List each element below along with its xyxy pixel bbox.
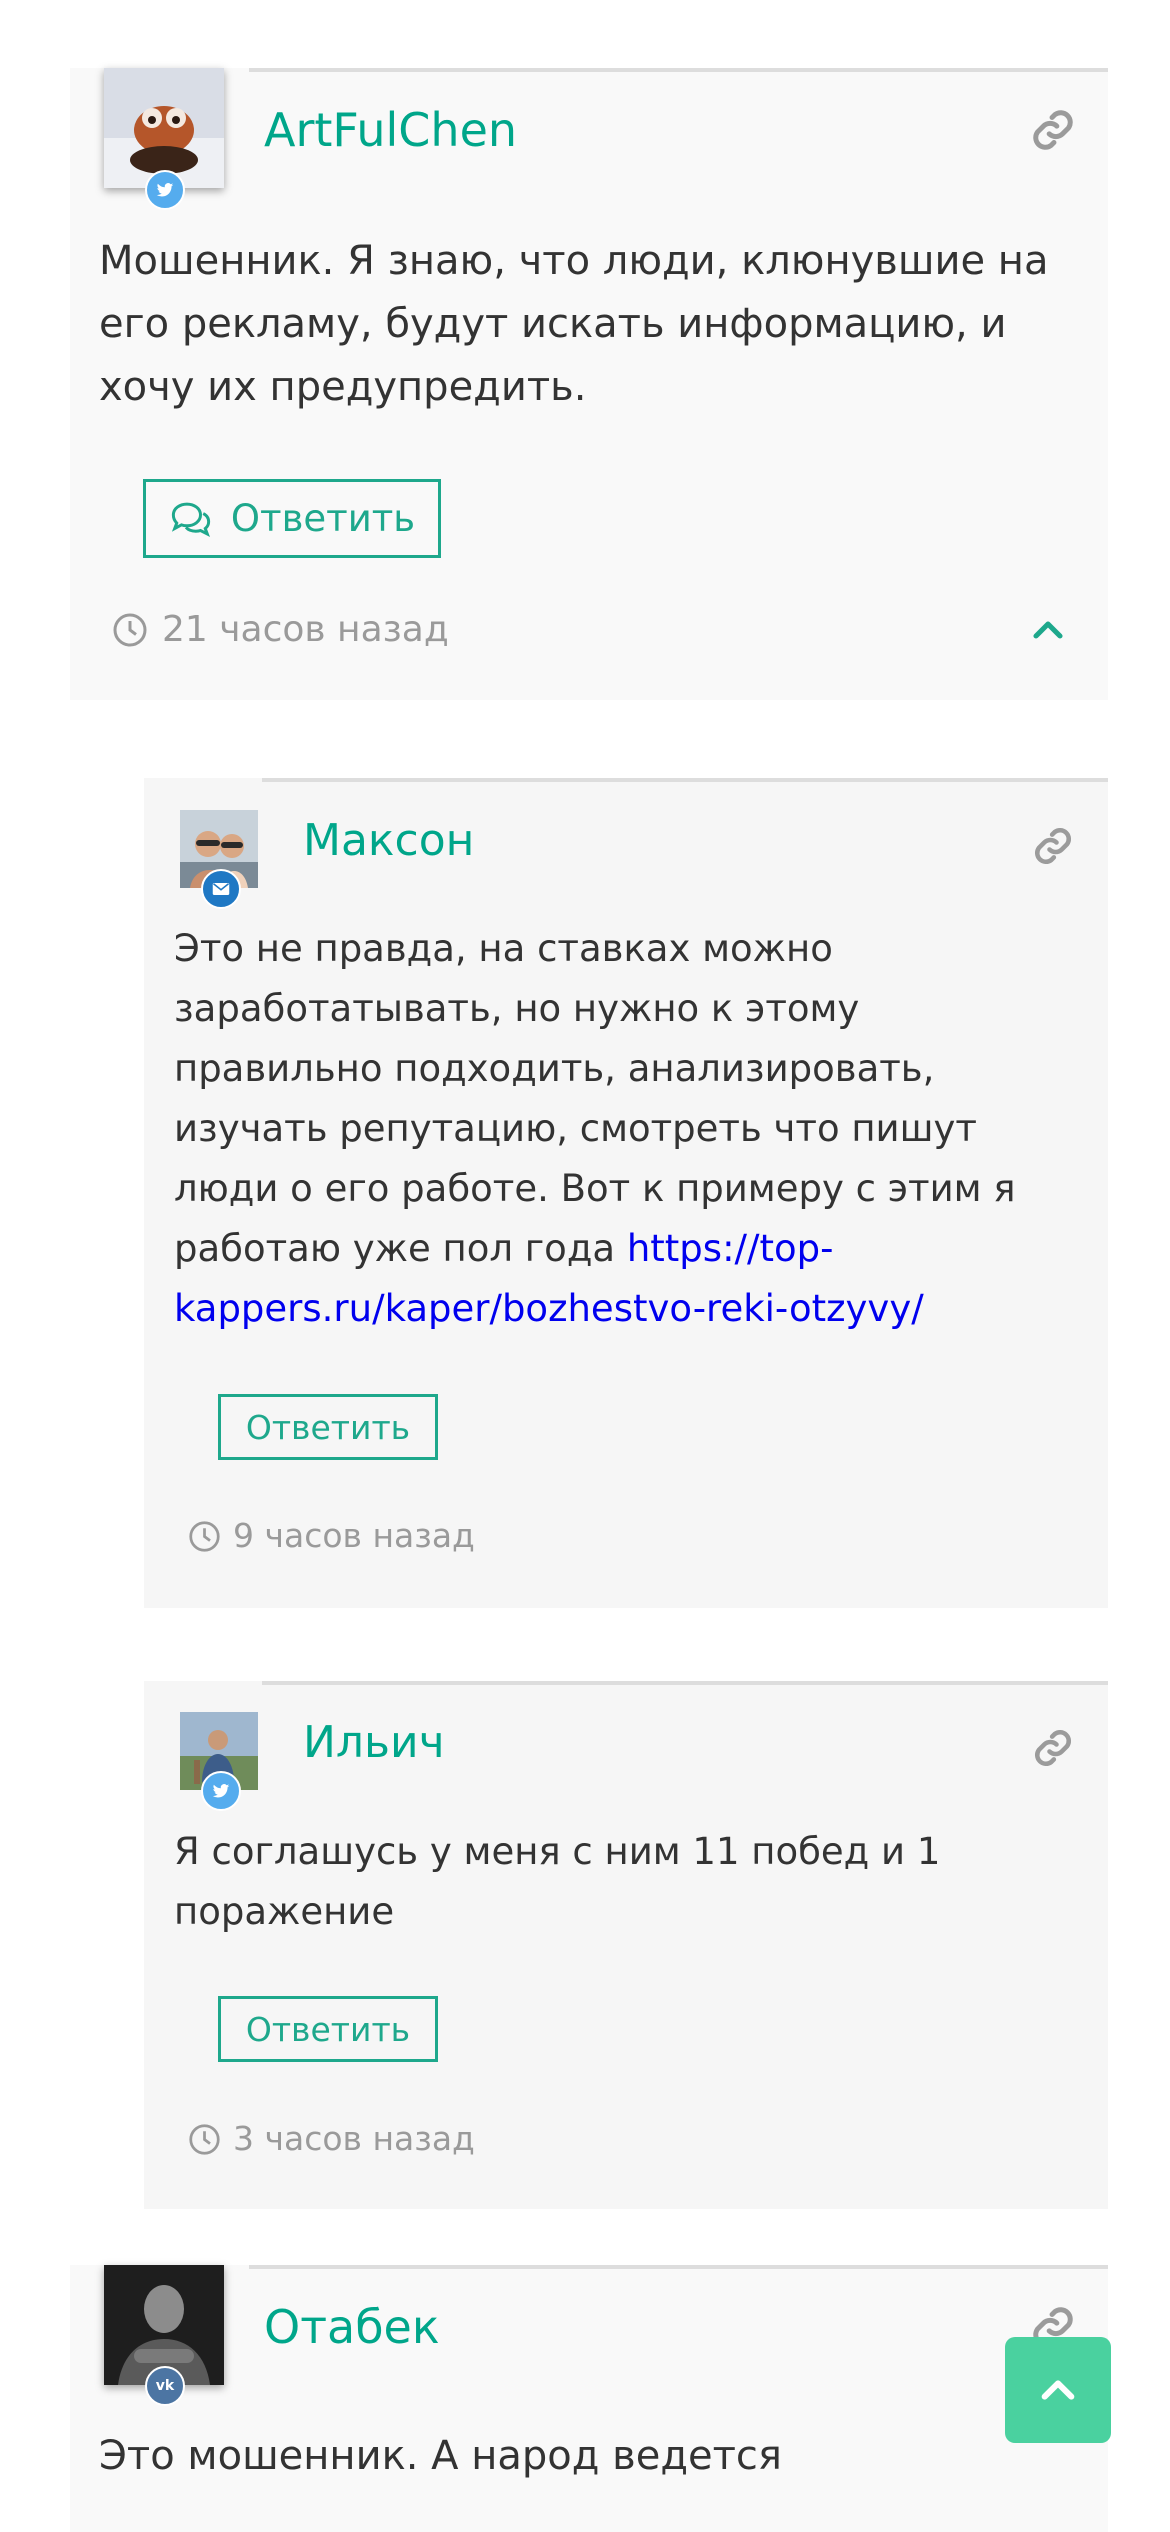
reply-button[interactable]: Ответить bbox=[218, 1996, 438, 2062]
reply-label: Ответить bbox=[230, 497, 416, 540]
comment-body: Это не правда, на ставках можно заработа… bbox=[174, 927, 1016, 1270]
chevron-up-icon bbox=[1041, 2380, 1075, 2400]
comment-author[interactable]: Ильич bbox=[303, 1714, 445, 1772]
comment-divider bbox=[262, 1681, 1108, 1685]
comment-time: 3 часов назад bbox=[188, 2121, 475, 2157]
comment-divider bbox=[249, 2265, 1108, 2269]
reply-label: Ответить bbox=[245, 1407, 411, 1447]
time-label: 9 часов назад bbox=[233, 1516, 475, 1555]
comment-divider bbox=[249, 68, 1108, 72]
time-label: 21 часов назад bbox=[162, 609, 449, 650]
comment-text: Это не правда, на ставках можно заработа… bbox=[174, 919, 1074, 1339]
comment-card bbox=[70, 2265, 1108, 2532]
comment-author[interactable]: Максон bbox=[303, 812, 474, 870]
reply-button[interactable]: Ответить bbox=[218, 1394, 438, 1460]
comment-time: 21 часов назад bbox=[112, 610, 449, 650]
reply-label: Ответить bbox=[245, 2009, 411, 2049]
comment-text: Мошенник. Я знаю, что люди, клюнувшие на… bbox=[99, 238, 1049, 410]
clock-icon bbox=[113, 613, 147, 647]
comment-divider bbox=[262, 778, 1108, 782]
scroll-to-top-button[interactable] bbox=[1005, 2337, 1111, 2443]
chevron-up-icon[interactable] bbox=[1028, 612, 1068, 648]
comment-author[interactable]: ArtFulChen bbox=[264, 100, 517, 160]
email-icon bbox=[201, 869, 241, 909]
time-label: 3 часов назад bbox=[233, 2119, 475, 2158]
chat-bubbles-icon bbox=[171, 502, 211, 537]
comment-time: 9 часов назад bbox=[188, 1518, 475, 1554]
reply-button[interactable]: Ответить bbox=[143, 479, 441, 558]
link-icon[interactable] bbox=[1030, 107, 1076, 153]
twitter-icon bbox=[201, 1771, 241, 1811]
twitter-icon bbox=[145, 170, 185, 210]
comment-text: Я соглашусь у меня с ним 11 побед и 1 по… bbox=[174, 1830, 941, 1933]
link-icon[interactable] bbox=[1032, 825, 1074, 867]
vk-icon: vk bbox=[145, 2366, 185, 2406]
link-icon[interactable] bbox=[1032, 1727, 1074, 1769]
comment-author[interactable]: Отабек bbox=[264, 2297, 440, 2357]
clock-icon bbox=[189, 2123, 220, 2155]
comment-text: Это мошенник. А народ ведется bbox=[99, 2433, 782, 2479]
clock-icon bbox=[189, 1520, 220, 1552]
